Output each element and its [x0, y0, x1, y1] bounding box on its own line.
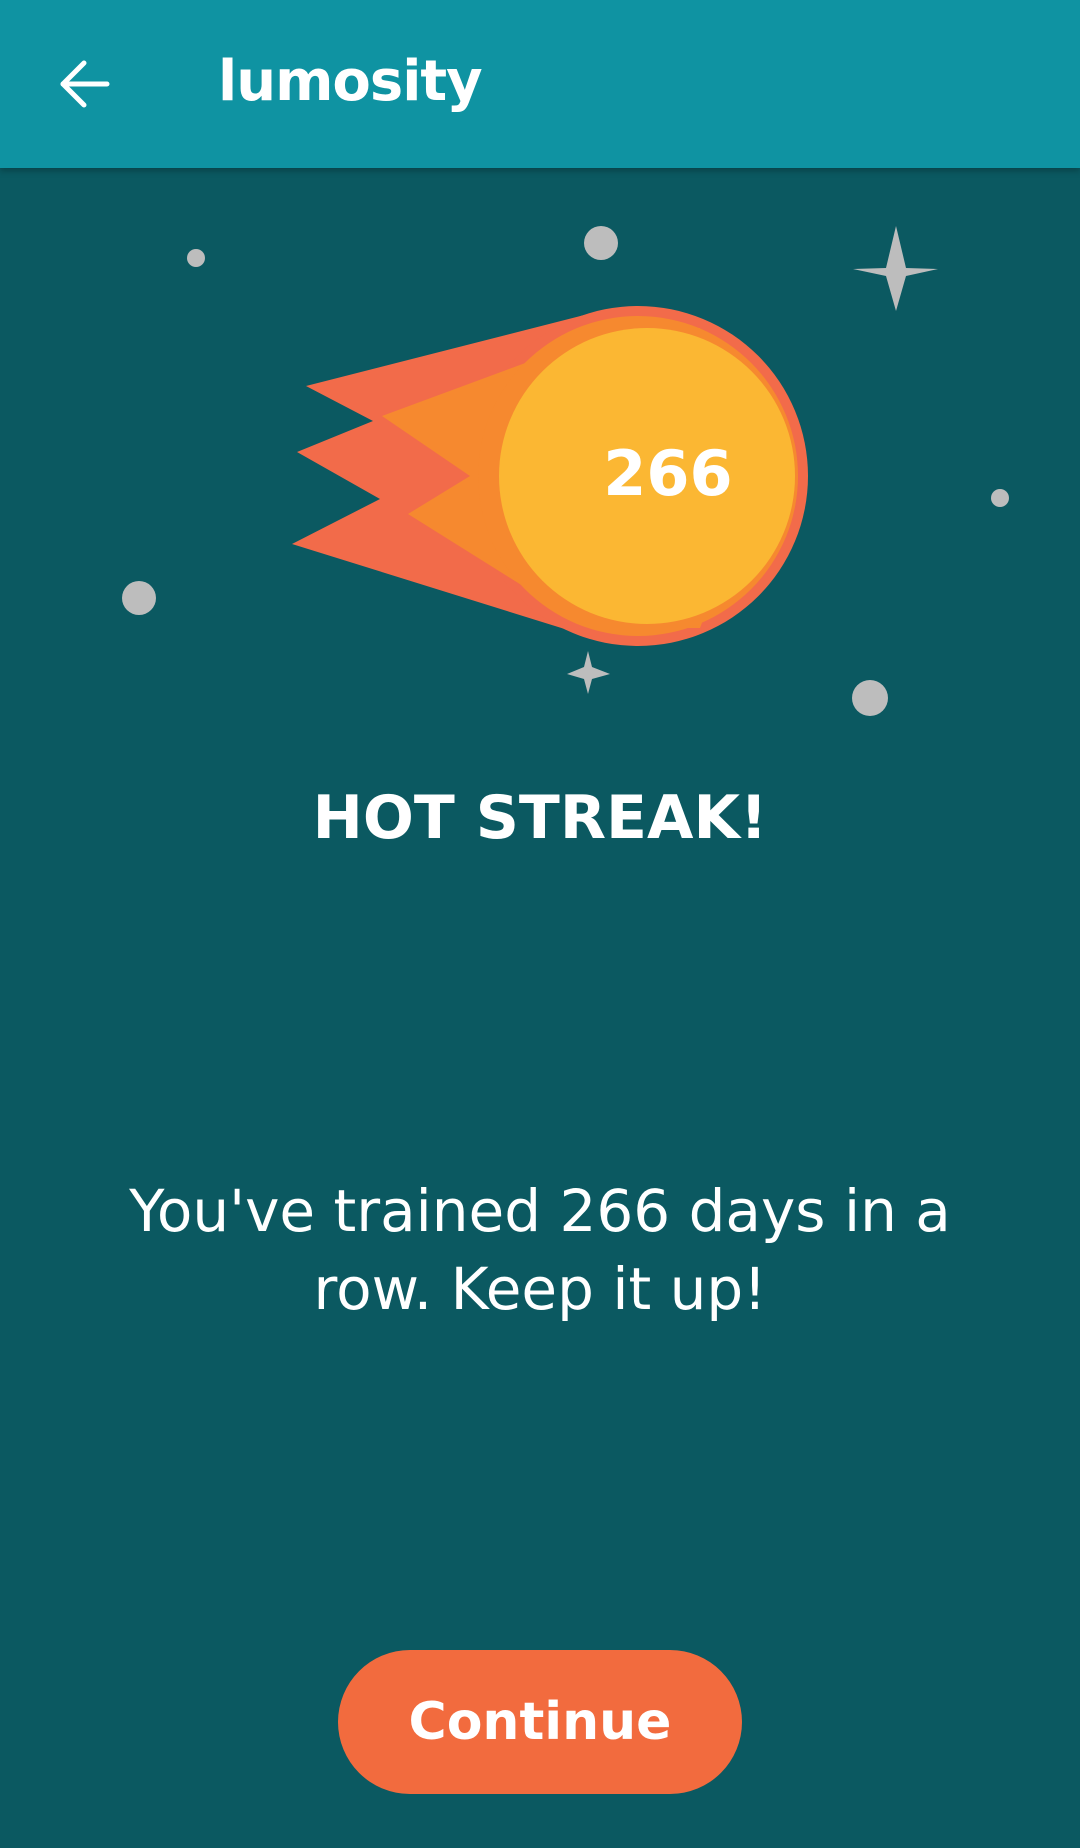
streak-illustration: [122, 226, 1009, 716]
sparkle-dot-icon: [584, 226, 618, 260]
sparkle-dot-icon: [187, 249, 205, 267]
streak-content: 266 HOT STREAK! You've trained 266 days …: [0, 168, 1080, 1848]
sparkle-star-icon: [853, 226, 938, 311]
sparkle-dot-icon: [852, 680, 888, 716]
sparkle-dot-icon: [991, 489, 1009, 507]
app-title: lumosity: [218, 49, 483, 114]
streak-message: You've trained 266 days in a row. Keep i…: [129, 1177, 951, 1323]
streak-count: 266: [603, 437, 733, 510]
sparkle-star-icon: [567, 651, 610, 694]
continue-button[interactable]: Continue: [338, 1650, 742, 1794]
sparkle-dot-icon: [122, 581, 156, 615]
app-bar: lumosity: [0, 0, 1080, 168]
arrow-left-icon: [60, 60, 110, 108]
back-button[interactable]: [40, 40, 128, 128]
streak-headline: HOT STREAK!: [312, 783, 768, 853]
